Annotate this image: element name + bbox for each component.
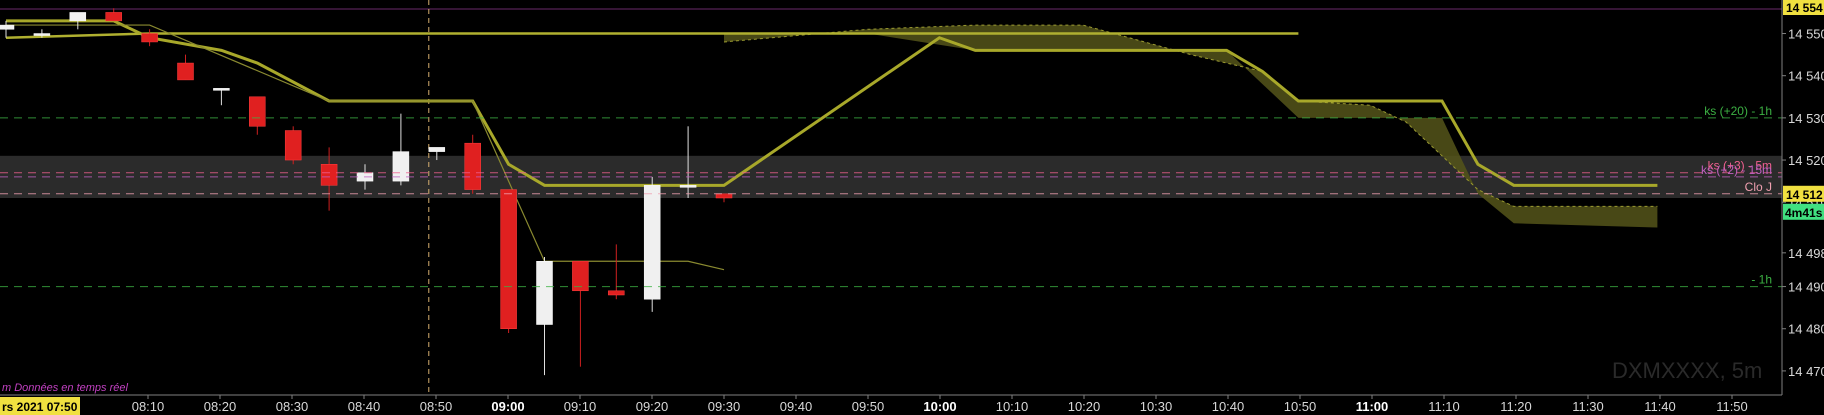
candle-body (320, 164, 338, 186)
time-tick-label: 11:20 (1500, 399, 1532, 414)
time-tick-label: 09:20 (636, 399, 669, 414)
time-tick-label: 11:00 (1356, 399, 1389, 414)
time-tick-label: 10:50 (1284, 399, 1317, 414)
candle-body (33, 33, 51, 36)
time-tick-label: 10:10 (996, 399, 1029, 414)
time-tick-label: 09:30 (708, 399, 741, 414)
time-tick-label: 09:40 (780, 399, 813, 414)
timer-label: 4m41s (1785, 206, 1823, 220)
price-tick-label: 14 480 (1788, 322, 1824, 337)
candle-body (69, 12, 87, 22)
time-tick-label: 10:00 (923, 399, 956, 414)
time-tick-label: 10:20 (1068, 399, 1101, 414)
candle-body (284, 130, 302, 161)
time-tick-label: 11:50 (1716, 399, 1748, 414)
candle-body (177, 62, 194, 81)
price-tick-label: 14 520 (1788, 153, 1824, 168)
level-label: ks (+2) - 15m (1701, 163, 1772, 177)
price-tick-label: 14 470 (1788, 364, 1824, 379)
level-label: ks (+20) - 1h (1704, 104, 1772, 118)
time-tick-label: 11:30 (1572, 399, 1604, 414)
time-tick-label: 10:30 (1140, 399, 1173, 414)
instrument-watermark: DXMXXXX, 5m (1612, 358, 1762, 383)
candle-body (608, 290, 625, 296)
time-axis-bg (0, 395, 1824, 415)
time-tick-label: 11:40 (1644, 399, 1676, 414)
top-price-label: 14 554 (1786, 1, 1823, 15)
candle-body (536, 261, 553, 325)
time-tick-label: 11:10 (1428, 399, 1460, 414)
candle-body (500, 189, 517, 329)
candle-body (249, 96, 266, 127)
candle-body (141, 33, 158, 43)
time-tick-label: 09:00 (491, 399, 524, 414)
current-price-label: 14 512 (1786, 188, 1823, 202)
candle-body (213, 88, 230, 91)
time-tick-label: 08:10 (132, 399, 165, 414)
time-tick-label: 09:10 (564, 399, 597, 414)
price-tick-label: 14 530 (1788, 111, 1824, 126)
level-label: Clo J (1745, 180, 1772, 194)
price-tick-label: 14 540 (1788, 69, 1824, 84)
time-tick-label: 08:20 (204, 399, 237, 414)
level-label: - 1h (1751, 273, 1772, 287)
price-tick-label: 14 498 (1788, 246, 1824, 261)
price-tick-label: 14 490 (1788, 280, 1824, 295)
price-tick-label: 14 550 (1788, 27, 1824, 42)
candle-body (464, 142, 481, 190)
candle-body (428, 147, 446, 152)
time-tick-label: 09:50 (852, 399, 885, 414)
time-tick-label: 08:30 (276, 399, 309, 414)
candle-body (105, 12, 122, 22)
realtime-status: m Données en temps réel (2, 382, 129, 394)
time-tick-label: 10:40 (1212, 399, 1245, 414)
start-date-label: rs 2021 07:50 (2, 400, 78, 414)
candle-body (679, 185, 697, 188)
candle-body (643, 185, 661, 300)
time-tick-label: 08:40 (348, 399, 381, 414)
candle-body (0, 24, 15, 30)
candle-body (715, 193, 733, 199)
price-chart[interactable]: ks (+20) - 1hks (+3) - 5mks (+2) - 15mCl… (0, 0, 1824, 415)
time-tick-label: 08:50 (420, 399, 453, 414)
